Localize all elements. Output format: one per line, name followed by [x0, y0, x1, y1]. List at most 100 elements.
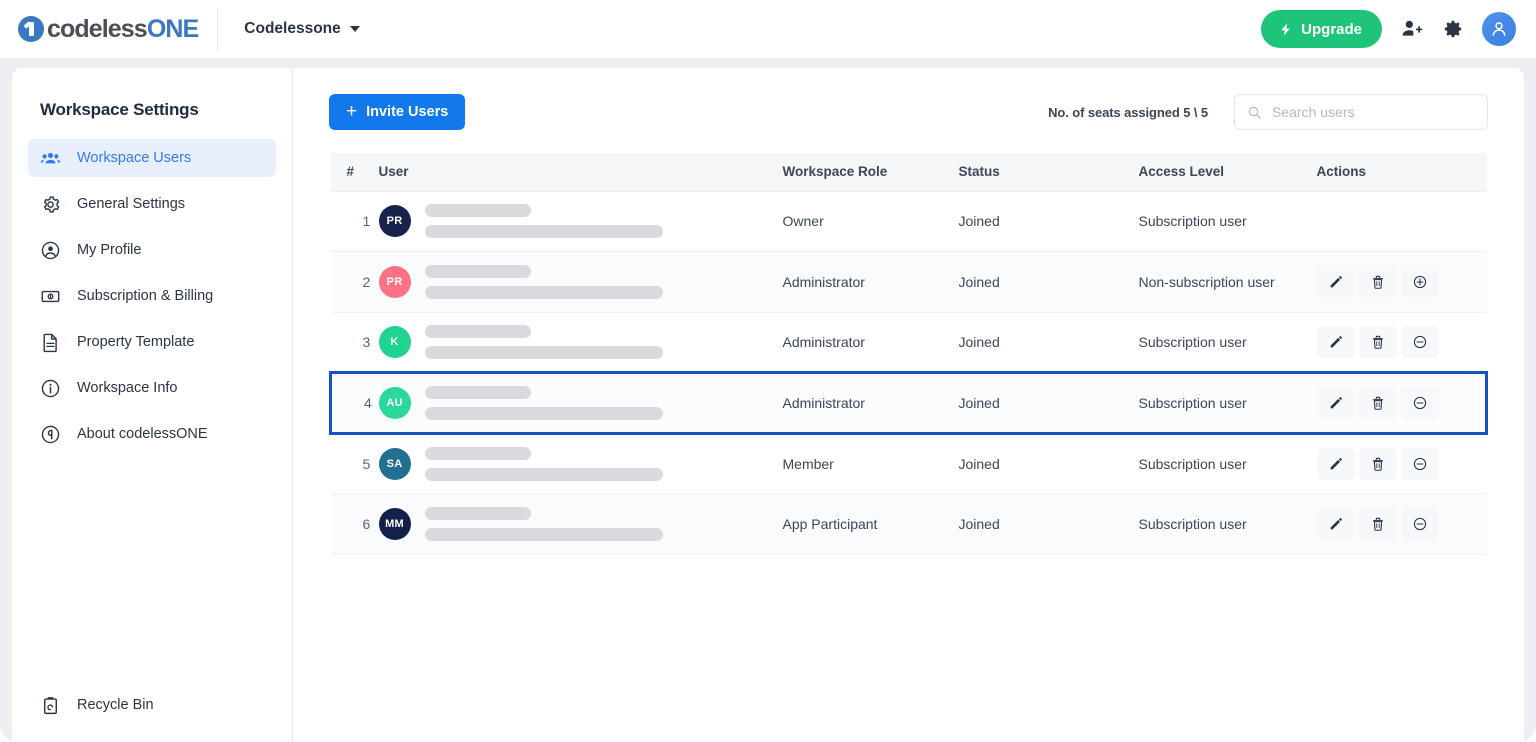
sidebar-item-subscription-billing[interactable]: Subscription & Billing: [28, 277, 276, 315]
column-header-role: Workspace Role: [782, 153, 959, 192]
edit-icon: [1328, 274, 1344, 290]
edit-icon: [1328, 334, 1344, 350]
table-row[interactable]: 2 PR Administrator Joined Non-subscripti…: [330, 251, 1487, 313]
remove-from-subscription-icon: [1412, 456, 1428, 472]
sidebar-item-recycle-bin[interactable]: Recycle Bin: [28, 686, 276, 724]
settings-button[interactable]: [1442, 18, 1464, 40]
search-input[interactable]: [1272, 104, 1475, 120]
avatar: PR: [378, 265, 411, 298]
cell-status: Joined: [958, 455, 1000, 472]
user-name-redacted: [424, 324, 663, 359]
avatar: AU: [378, 386, 411, 419]
row-actions: [1316, 447, 1487, 480]
edit-button[interactable]: [1316, 447, 1355, 480]
logo-text-secondary: ONE: [146, 14, 199, 43]
user-cell: PR: [378, 264, 783, 299]
sidebar-item-label: Workspace Info: [77, 379, 178, 396]
redacted-name-bar: [424, 506, 531, 520]
user-cell: K: [378, 324, 783, 359]
redacted-email-bar: [424, 527, 663, 541]
sidebar-item-property-template[interactable]: Property Template: [28, 323, 276, 361]
invite-users-button[interactable]: + Invite Users: [329, 94, 466, 130]
banknote-icon: [41, 290, 60, 302]
cell-status: Joined: [958, 394, 1000, 411]
cell-access-level: Subscription user: [1138, 213, 1247, 230]
cell-access-level: Subscription user: [1138, 394, 1247, 411]
edit-icon: [1328, 395, 1344, 411]
table-row[interactable]: 3 K Administrator Joined Subscription us…: [330, 312, 1487, 373]
settings-panel: Workspace Settings Workspace Users Gener…: [12, 68, 1524, 742]
redacted-name-bar: [424, 385, 531, 399]
delete-button[interactable]: [1358, 265, 1397, 298]
user-name-redacted: [424, 506, 663, 541]
brand-logo-text: codelessONE: [47, 14, 199, 43]
add-to-subscription-button[interactable]: [1400, 265, 1439, 298]
document-icon: [43, 333, 57, 352]
redacted-name-bar: [424, 264, 531, 278]
row-actions: [1316, 325, 1487, 358]
edit-button[interactable]: [1316, 265, 1355, 298]
seats-assigned-label: No. of seats assigned 5 \ 5: [1048, 104, 1208, 120]
sidebar-item-label: General Settings: [77, 195, 186, 212]
user-cell: PR: [378, 204, 783, 239]
sidebar-item-workspace-info[interactable]: Workspace Info: [28, 369, 276, 407]
invite-people-button[interactable]: [1400, 17, 1424, 41]
logo-text-primary: codeless: [47, 14, 148, 43]
top-navigation-bar: codelessONE Codelessone Upgrade: [0, 0, 1536, 59]
upgrade-button[interactable]: Upgrade: [1261, 10, 1382, 48]
sidebar-item-general-settings[interactable]: General Settings: [28, 185, 276, 223]
cell-workspace-role: Member: [782, 455, 834, 472]
recycle-bin-icon: [44, 696, 57, 714]
redacted-email-bar: [424, 345, 663, 359]
table-row[interactable]: 1 PR Owner Joined Subscription user: [330, 191, 1487, 252]
sidebar-item-workspace-users[interactable]: Workspace Users: [28, 139, 276, 177]
edit-button[interactable]: [1316, 507, 1355, 540]
avatar: SA: [378, 447, 411, 480]
edit-button[interactable]: [1316, 325, 1355, 358]
table-row[interactable]: 6 MM App Participant Joined Subscription…: [330, 493, 1487, 555]
plus-icon: +: [346, 100, 358, 122]
table-header: # User Workspace Role Status Access Leve…: [330, 153, 1487, 192]
cell-workspace-role: Administrator: [782, 273, 865, 290]
table-row[interactable]: 4 AU Administrator Joined Subscription u…: [329, 371, 1488, 435]
page-body: Workspace Settings Workspace Users Gener…: [0, 59, 1536, 742]
remove-from-subscription-button[interactable]: [1400, 386, 1439, 419]
row-number: 2: [362, 273, 371, 290]
workspace-users-table: # User Workspace Role Status Access Leve…: [329, 153, 1488, 555]
column-header-access: Access Level: [1138, 153, 1317, 192]
column-header-status: Status: [958, 153, 1139, 192]
workspace-switcher[interactable]: Codelessone: [244, 20, 360, 38]
user-cell: MM: [378, 506, 783, 541]
table-header-row: # User Workspace Role Status Access Leve…: [330, 153, 1487, 192]
table-row[interactable]: 5 SA Member Joined Subscription user: [330, 433, 1487, 494]
user-avatar-icon: [1492, 22, 1506, 36]
delete-button[interactable]: [1358, 325, 1397, 358]
brand-logo[interactable]: codelessONE: [0, 14, 199, 43]
invite-users-label: Invite Users: [366, 104, 449, 120]
codeless-one-logo-icon: [18, 16, 44, 42]
row-actions: [1316, 507, 1487, 540]
delete-button[interactable]: [1358, 507, 1397, 540]
delete-button[interactable]: [1358, 386, 1397, 419]
remove-from-subscription-button[interactable]: [1400, 325, 1439, 358]
column-header-number: #: [330, 153, 379, 192]
sidebar-item-my-profile[interactable]: My Profile: [28, 231, 276, 269]
row-actions: [1316, 386, 1486, 419]
bolt-icon: [1281, 22, 1290, 36]
account-avatar-button[interactable]: [1482, 12, 1516, 46]
sidebar-item-about-codelessone[interactable]: About codelessONE: [28, 415, 276, 453]
sidebar-item-label: Subscription & Billing: [77, 287, 214, 304]
search-users-box[interactable]: [1234, 94, 1488, 130]
cell-workspace-role: Owner: [782, 213, 824, 230]
remove-from-subscription-button[interactable]: [1400, 447, 1439, 480]
user-cell: SA: [378, 446, 783, 481]
header-divider: [217, 8, 219, 50]
remove-from-subscription-button[interactable]: [1400, 507, 1439, 540]
sidebar-title: Workspace Settings: [40, 100, 199, 119]
cell-status: Joined: [958, 273, 1000, 290]
delete-button[interactable]: [1358, 447, 1397, 480]
delete-icon: [1370, 274, 1386, 290]
row-number: 4: [364, 394, 372, 411]
edit-icon: [1328, 456, 1344, 472]
edit-button[interactable]: [1316, 386, 1355, 419]
